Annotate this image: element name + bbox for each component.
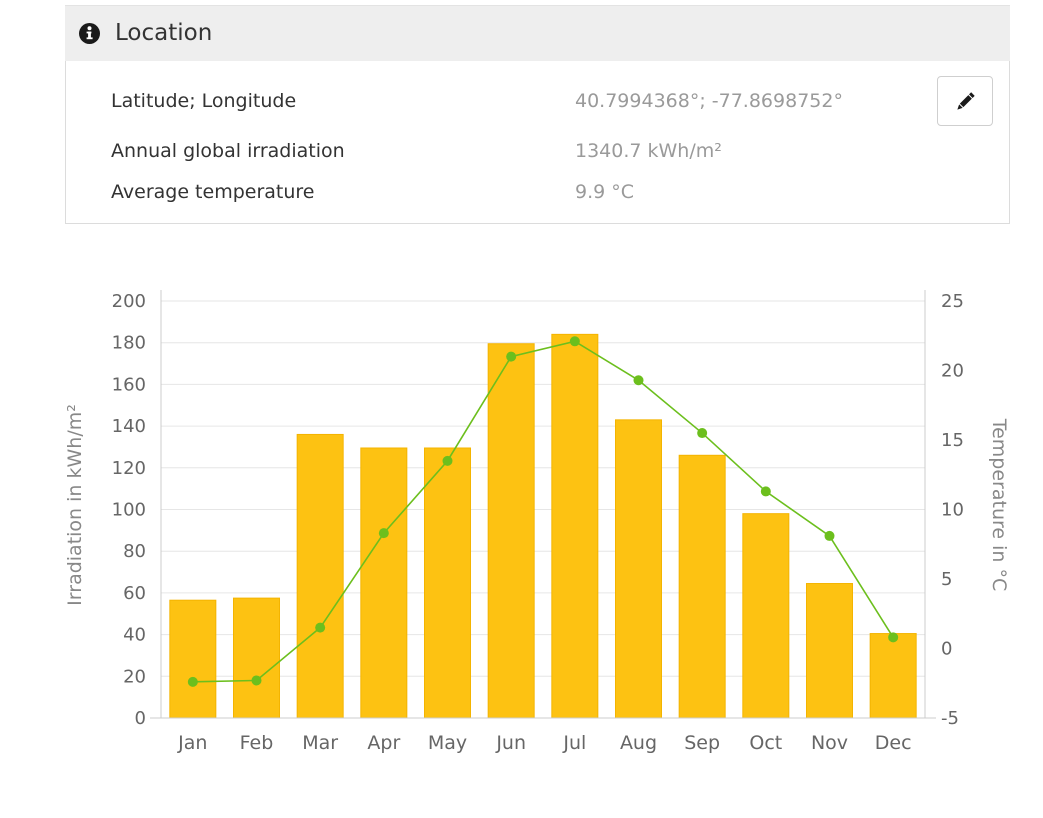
temperature-point [633,375,644,386]
bar [615,419,662,719]
location-panel-body: Latitude; Longitude 40.7994368°; -77.869… [65,61,1010,224]
right-axis-title: Temperature in °C [988,418,1010,592]
y-tick-label: 120 [112,458,146,479]
x-tick-label: Jul [562,732,586,754]
temperature-label: Average temperature [111,181,315,203]
temperature-point [697,428,708,439]
y2-tick-label: 0 [941,639,952,660]
temperature-point [187,676,198,687]
x-tick-label: Mar [302,732,338,754]
y-tick-label: 100 [112,500,146,521]
x-tick-label: Sep [684,732,720,754]
bar [869,633,917,719]
temperature-value: 9.9 °C [575,181,635,203]
y-tick-label: 80 [123,541,146,562]
temperature-point [378,528,389,539]
x-tick-label: Feb [240,732,274,754]
x-tick-label: May [428,732,467,754]
temperature-point [888,632,899,643]
y-tick-label: 140 [112,416,146,437]
temperature-point [315,622,326,633]
y-tick-label: 160 [112,374,146,395]
bar [424,447,471,719]
bar [296,433,344,719]
temperature-point [569,336,580,347]
pencil-icon [957,92,975,110]
temperature-point [251,675,262,686]
bar [551,333,599,719]
y2-tick-label: 10 [941,500,964,521]
bar [742,513,790,719]
y-tick-label: 0 [135,708,146,729]
x-tick-label: Jan [177,732,207,754]
y2-tick-label: 25 [941,291,964,312]
irradiation-temperature-chart: 0 20 40 60 80 100 120 140 160 180 200 -5 0 5 10 15 20 25… [64,290,1010,754]
x-axis-tick-labels: Jan Feb Mar Apr May Jun Jul Aug Sep Oct Nov Dec [177,732,911,754]
x-tick-label: Jun [495,732,526,754]
y2-tick-label: 5 [941,569,952,590]
location-panel-header: Location [65,5,1010,61]
temperature-point [442,455,453,466]
edit-location-button[interactable] [937,76,993,126]
y2-tick-label: 20 [941,361,964,382]
temperature-point [824,530,835,541]
left-axis-tick-labels: 0 20 40 60 80 100 120 140 160 180 200 [112,291,146,729]
bar [233,597,280,719]
bar [487,343,535,719]
right-axis-tick-labels: -5 0 5 10 15 20 25 [941,291,964,729]
irradiation-label: Annual global irradiation [111,140,345,162]
panel-title: Location [115,20,213,46]
y-tick-label: 20 [123,666,146,687]
latlon-label: Latitude; Longitude [111,90,297,112]
temperature-point [506,351,517,362]
y-tick-label: 60 [123,583,146,604]
info-icon [79,23,100,44]
y-tick-label: 180 [112,333,146,354]
bar [360,447,408,719]
irradiation-value: 1340.7 kWh/m² [575,140,722,162]
x-tick-label: Aug [620,732,657,754]
bar [806,583,853,719]
x-tick-label: Oct [749,732,782,754]
bar [678,454,726,719]
y2-tick-label: 15 [941,430,964,451]
x-tick-label: Dec [875,732,912,754]
y2-tick-label: -5 [941,708,959,729]
x-tick-label: Apr [367,732,400,754]
y-tick-label: 200 [112,291,146,312]
x-tick-label: Nov [811,732,848,754]
latlon-value: 40.7994368°; -77.8698752° [575,90,843,112]
bar [169,599,217,719]
temperature-point [760,486,771,497]
y-tick-label: 40 [123,625,146,646]
left-axis-title: Irradiation in kWh/m² [64,404,86,606]
